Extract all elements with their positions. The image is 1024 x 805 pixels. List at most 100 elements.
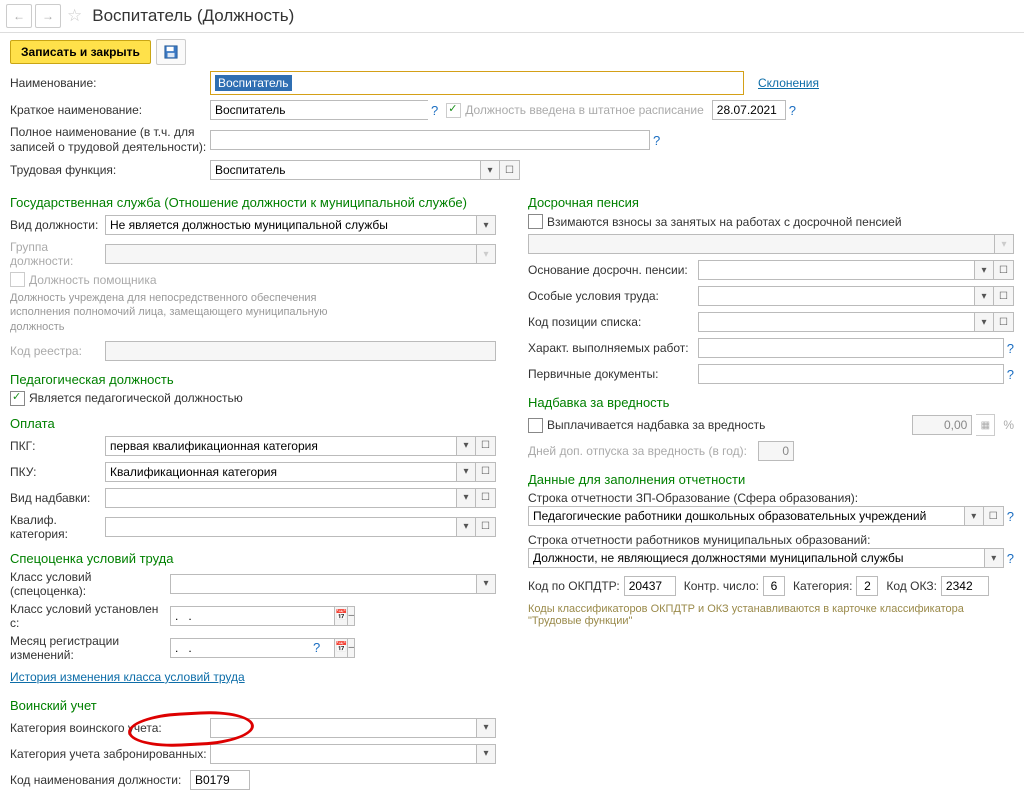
save-and-close-button[interactable]: Записать и закрыть [10, 40, 151, 64]
report-line1-input[interactable] [528, 506, 964, 526]
func-label: Трудовая функция: [10, 163, 210, 177]
pension-title: Досрочная пенсия [528, 195, 1014, 210]
ctrl-input[interactable] [763, 576, 785, 596]
spec-month-cal[interactable]: 📅 [334, 638, 348, 658]
pension-top-dd [994, 234, 1014, 254]
mil-cat-label: Категория воинского учета: [10, 721, 210, 735]
staff-cb[interactable] [446, 103, 461, 118]
pension-basis-open[interactable]: ☐ [994, 260, 1014, 280]
spec-class-label: Класс условий (спецоценка): [10, 570, 170, 598]
pkg-open[interactable]: ☐ [476, 436, 496, 456]
pku-dd[interactable] [456, 462, 476, 482]
pension-list-input[interactable] [698, 312, 974, 332]
report-line1-open[interactable]: ☐ [984, 506, 1004, 526]
spec-month-hint-icon[interactable]: ? [313, 640, 320, 655]
spec-history-link[interactable]: История изменения класса условий труда [10, 670, 245, 684]
report-line2-input[interactable] [528, 548, 984, 568]
gov-group-input [105, 244, 476, 264]
qual-dd[interactable] [456, 517, 476, 537]
mil-booked-dd[interactable] [476, 744, 496, 764]
registry-label: Код реестра: [10, 344, 105, 358]
staff-date-hint-icon[interactable]: ? [789, 103, 796, 118]
okz-input[interactable] [941, 576, 989, 596]
calc-icon: ▦ [976, 414, 995, 436]
forward-button[interactable]: → [35, 4, 61, 28]
pkg-dd[interactable] [456, 436, 476, 456]
star-icon[interactable]: ☆ [64, 6, 85, 26]
spec-from-input[interactable] [170, 606, 334, 626]
mil-code-input[interactable] [190, 770, 250, 790]
ped-title: Педагогическая должность [10, 372, 496, 387]
harm-cb[interactable] [528, 418, 543, 433]
ped-cb[interactable] [10, 391, 25, 406]
harm-amount [912, 415, 972, 435]
pension-nature-hint-icon[interactable]: ? [1007, 341, 1014, 356]
pension-basis-dd[interactable] [974, 260, 994, 280]
report-line2-hint-icon[interactable]: ? [1007, 551, 1014, 566]
pension-list-label: Код позиции списка: [528, 315, 698, 329]
allow-open[interactable]: ☐ [476, 488, 496, 508]
allow-input[interactable] [105, 488, 456, 508]
declensions-link[interactable]: Склонения [758, 76, 819, 90]
short-label: Краткое наименование: [10, 103, 210, 117]
staff-date[interactable] [712, 100, 786, 120]
mil-cat-dd[interactable] [476, 718, 496, 738]
qual-input[interactable] [105, 517, 456, 537]
spec-month-input[interactable] [170, 638, 334, 658]
pkg-input[interactable] [105, 436, 456, 456]
pension-docs-input[interactable] [698, 364, 1004, 384]
pension-docs-label: Первичные документы: [528, 367, 698, 381]
pension-cb[interactable] [528, 214, 543, 229]
mil-cat-input[interactable] [210, 718, 476, 738]
name-input[interactable]: Воспитатель [210, 71, 744, 95]
pku-open[interactable]: ☐ [476, 462, 496, 482]
allow-dd[interactable] [456, 488, 476, 508]
gov-kind-dd[interactable] [476, 215, 496, 235]
full-hint-icon[interactable]: ? [653, 133, 660, 148]
harm-days-input [758, 441, 794, 461]
pku-input[interactable] [105, 462, 456, 482]
spec-month-clear[interactable]: – [348, 638, 355, 658]
pension-spec-input[interactable] [698, 286, 974, 306]
mil-title: Воинский учет [10, 698, 496, 713]
pku-label: ПКУ: [10, 465, 105, 479]
pkg-label: ПКГ: [10, 439, 105, 453]
okpdtr-input[interactable] [624, 576, 676, 596]
pension-spec-dd[interactable] [974, 286, 994, 306]
mil-booked-input[interactable] [210, 744, 476, 764]
report-cat-input[interactable] [856, 576, 878, 596]
qual-open[interactable]: ☐ [476, 517, 496, 537]
pension-list-dd[interactable] [974, 312, 994, 332]
short-input[interactable] [210, 100, 428, 120]
pension-basis-input[interactable] [698, 260, 974, 280]
gov-note: Должность учреждена для непосредственног… [10, 291, 370, 334]
gov-group-label: Группа должности: [10, 240, 105, 268]
back-button[interactable]: ← [6, 4, 32, 28]
name-value: Воспитатель [215, 75, 292, 91]
report-line1-hint-icon[interactable]: ? [1007, 509, 1014, 524]
short-hint-icon[interactable]: ? [431, 103, 438, 118]
report-line2-dd[interactable] [984, 548, 1004, 568]
gov-title: Государственная служба (Отношение должно… [10, 195, 496, 210]
pension-spec-open[interactable]: ☐ [994, 286, 1014, 306]
pension-nature-input[interactable] [698, 338, 1004, 358]
pension-list-open[interactable]: ☐ [994, 312, 1014, 332]
harm-pct: % [1003, 418, 1014, 432]
spec-from-cal[interactable]: 📅 [334, 606, 348, 626]
mil-booked-label: Категория учета забронированных: [10, 747, 210, 761]
report-line1-dd[interactable] [964, 506, 984, 526]
gov-kind-input[interactable] [105, 215, 476, 235]
spec-class-dd[interactable] [476, 574, 496, 594]
action-bar: Записать и закрыть [0, 33, 1024, 71]
func-open[interactable]: ☐ [500, 160, 520, 180]
func-input[interactable] [210, 160, 480, 180]
save-button[interactable] [156, 39, 186, 65]
staff-cb-label: Должность введена в штатное расписание [465, 103, 704, 117]
registry-input [105, 341, 496, 361]
func-dropdown[interactable] [480, 160, 500, 180]
spec-from-clear[interactable]: – [348, 606, 355, 626]
spec-class-input[interactable] [170, 574, 476, 594]
pension-spec-label: Особые условия труда: [528, 289, 698, 303]
full-input[interactable] [210, 130, 650, 150]
pension-docs-hint-icon[interactable]: ? [1007, 367, 1014, 382]
